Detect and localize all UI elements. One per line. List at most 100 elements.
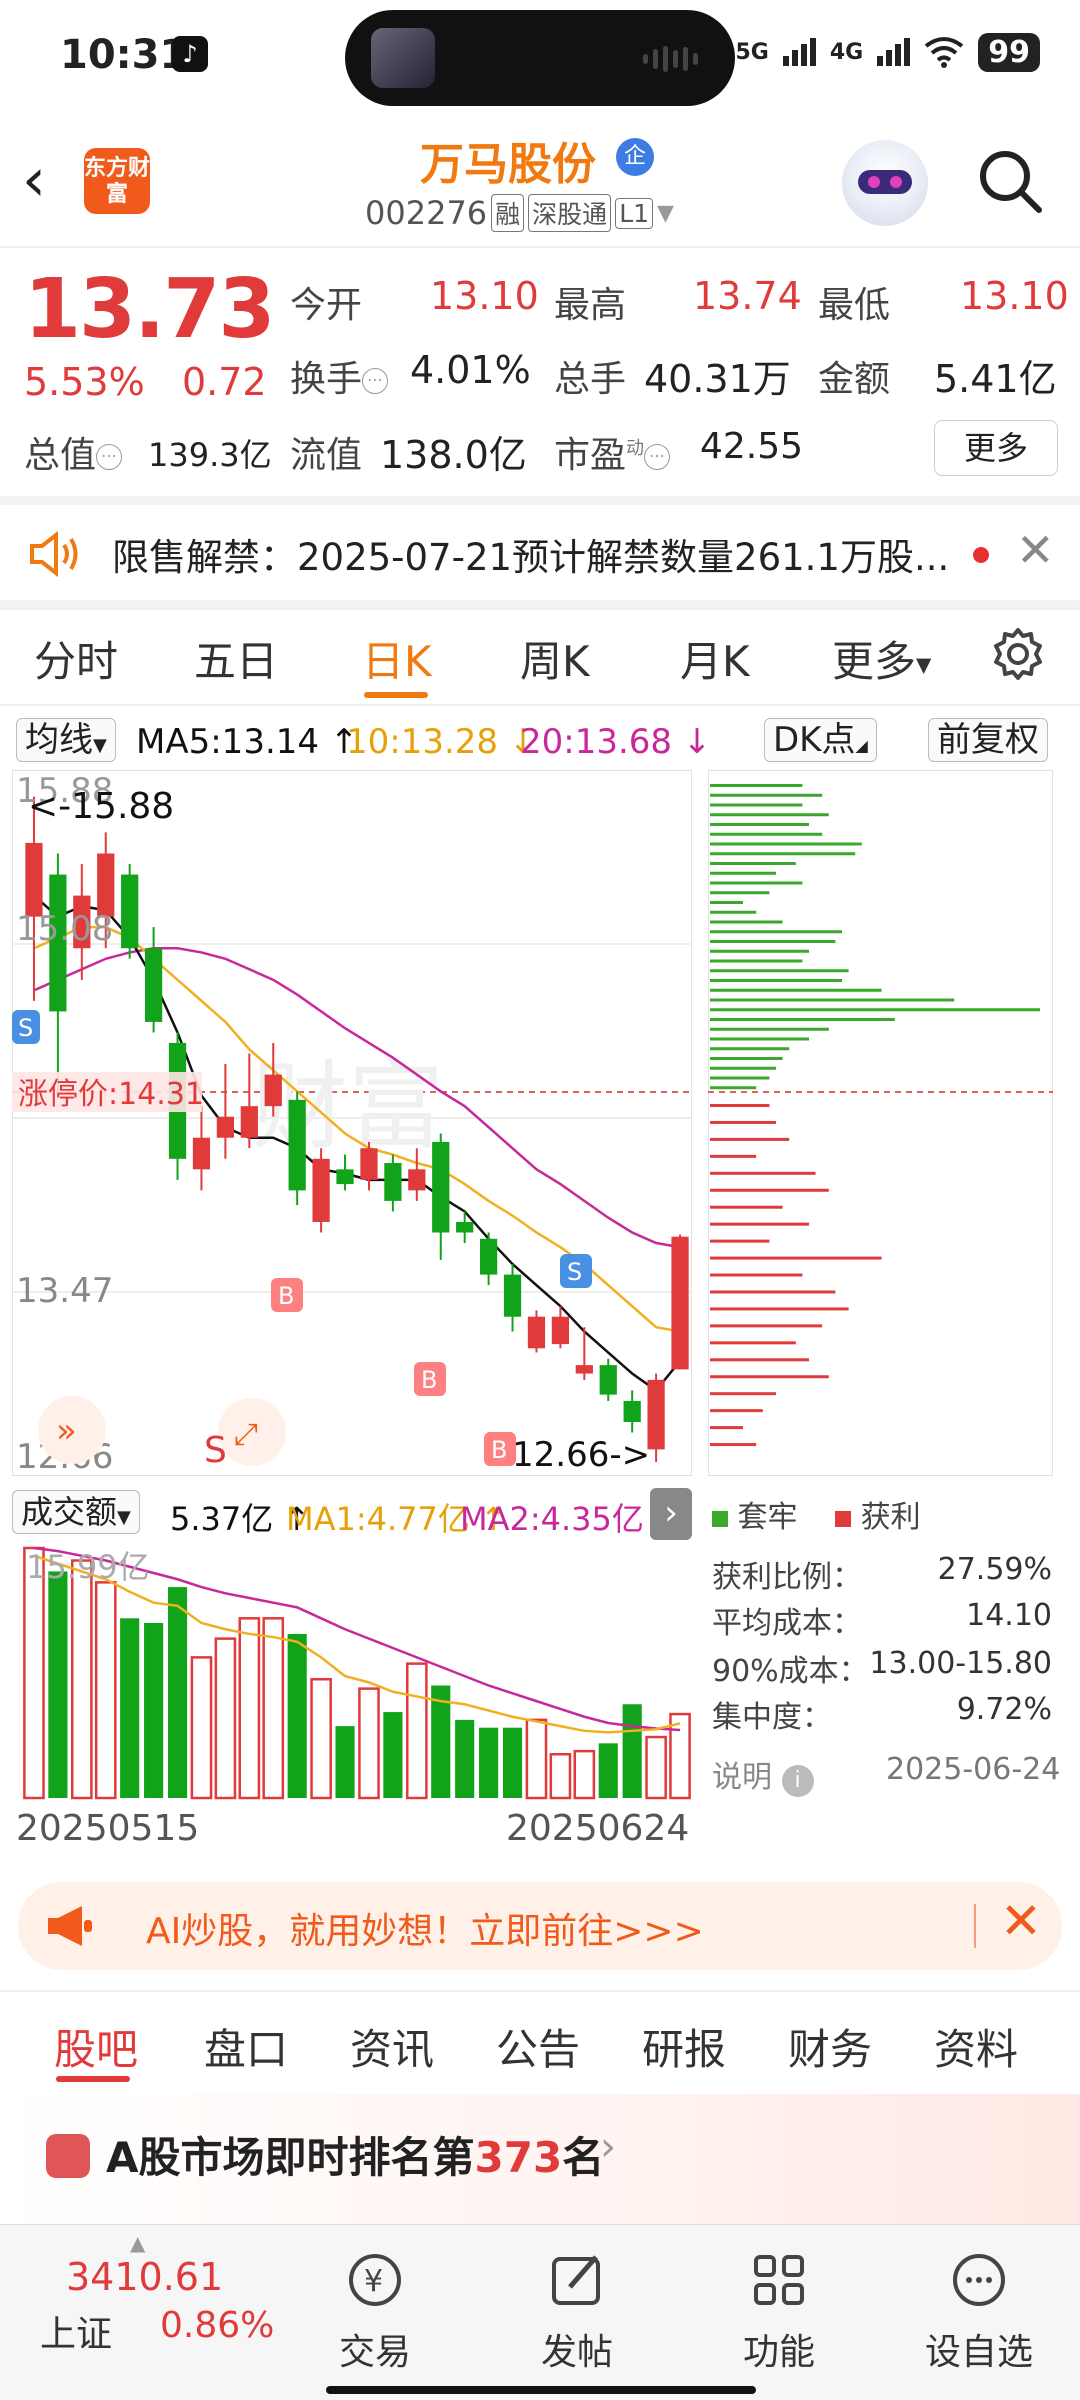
candle-body bbox=[216, 1116, 235, 1138]
tab-monthly-k[interactable]: 月K bbox=[680, 628, 750, 689]
chip-bar-hold bbox=[710, 1018, 895, 1021]
divider bbox=[0, 704, 1080, 706]
wifi-icon bbox=[925, 37, 964, 68]
chip-bar-hold bbox=[710, 1066, 776, 1070]
chip-bar-hold bbox=[710, 862, 796, 865]
volume-bar bbox=[190, 1656, 213, 1800]
candle-body bbox=[408, 1169, 426, 1191]
high-value: 13.74 bbox=[693, 274, 802, 318]
fullscreen-button[interactable]: ⤢ bbox=[218, 1398, 286, 1466]
stock-code: 002276 bbox=[365, 194, 488, 232]
index-value[interactable]: 3410.61 bbox=[66, 2255, 223, 2299]
limit-up-label: 涨停价:14.31 bbox=[18, 1077, 204, 1112]
tab-more[interactable]: 更多▼ bbox=[832, 628, 931, 689]
tag-level: L1 bbox=[615, 197, 654, 229]
nav-functions[interactable]: 功能 bbox=[704, 2249, 854, 2375]
tab-finance[interactable]: 财务 bbox=[788, 2016, 872, 2077]
unlock-notice[interactable]: 限售解禁：2025-07-21预计解禁数量261.1万股... ✕ bbox=[0, 505, 1080, 600]
back-button[interactable]: ‹ bbox=[22, 150, 72, 214]
stock-code-line[interactable]: 002276 融 深股通 L1 ▼ bbox=[365, 194, 674, 232]
candle-body bbox=[527, 1316, 546, 1349]
candle-body bbox=[479, 1238, 498, 1275]
tab-pankou[interactable]: 盘口 bbox=[204, 2016, 288, 2077]
adjust-mode-button[interactable]: 前复权 bbox=[928, 718, 1048, 762]
tab-five-day[interactable]: 五日 bbox=[194, 628, 278, 689]
bottom-nav: ▲ 3410.61 上证 0.86% ¥ 交易 发帖 功能 设自选 bbox=[0, 2224, 1080, 2400]
chip-note-button[interactable]: 说明 i bbox=[712, 1752, 814, 1797]
chip-bar-profit bbox=[710, 1290, 836, 1294]
volume-bar bbox=[645, 1735, 667, 1800]
volume-bar bbox=[406, 1662, 428, 1800]
tab-guba[interactable]: 股吧 bbox=[54, 2016, 138, 2077]
divider bbox=[0, 1990, 1080, 1992]
ma10-value: 10:13.28 ↓ bbox=[346, 722, 538, 762]
enterprise-badge: 企 bbox=[616, 138, 654, 176]
volume-bar bbox=[144, 1623, 164, 1798]
app-root: { "status_bar": {"time": "10:31", "signa… bbox=[0, 0, 1080, 2400]
nav-add-watchlist[interactable]: 设自选 bbox=[904, 2249, 1054, 2375]
chip-bar-hold bbox=[710, 1037, 809, 1041]
indicator-next-button[interactable]: › bbox=[650, 1488, 692, 1540]
search-button[interactable] bbox=[975, 146, 1045, 216]
tag-margin: 融 bbox=[491, 194, 525, 232]
nav-post[interactable]: 发帖 bbox=[502, 2249, 652, 2375]
volume-selector[interactable]: 成交额▼ bbox=[12, 1490, 140, 1534]
volume-bar bbox=[479, 1727, 499, 1798]
caret-up-icon: ▲ bbox=[130, 2231, 146, 2255]
volume-bar bbox=[598, 1743, 618, 1798]
chip-bar-hold bbox=[710, 901, 743, 904]
chip-bar-hold bbox=[710, 1086, 757, 1090]
expand-left-button[interactable]: » bbox=[38, 1396, 106, 1464]
candle-body bbox=[288, 1099, 306, 1191]
dk-point-toggle[interactable]: DK点◢ bbox=[764, 718, 877, 762]
chip-bar-profit bbox=[710, 1171, 816, 1175]
rank-chart-icon bbox=[46, 2134, 90, 2178]
app-logo: 东方财富 bbox=[84, 148, 150, 214]
candlestick-chart[interactable]: 财富 15.88 <-15.88 15.08 涨停价:14.31 13.47 1… bbox=[12, 770, 692, 1476]
media-thumbnail bbox=[371, 28, 435, 88]
chip-bar-profit bbox=[710, 1273, 803, 1277]
chip-bar-hold bbox=[710, 959, 803, 963]
close-banner-icon[interactable]: ✕ bbox=[1000, 1892, 1042, 1950]
ai-promo-banner[interactable]: AI炒股，就用妙想！立即前往>>> ✕ bbox=[18, 1882, 1062, 1970]
chevron-left-icon: ‹ bbox=[22, 145, 46, 215]
date-end: 20250624 bbox=[506, 1808, 690, 1849]
section-tab-indicator bbox=[56, 2076, 130, 2082]
caret-down-icon: ▼ bbox=[117, 1507, 131, 1528]
volume-bar bbox=[287, 1633, 307, 1798]
tab-research[interactable]: 研报 bbox=[642, 2016, 726, 2077]
volume-bar bbox=[94, 1581, 117, 1800]
tab-daily-k[interactable]: 日K bbox=[362, 628, 432, 689]
notice-text: 限售解禁：2025-07-21预计解禁数量261.1万股... bbox=[112, 536, 950, 579]
chart-settings-button[interactable] bbox=[990, 626, 1046, 682]
tab-profile[interactable]: 资料 bbox=[934, 2016, 1018, 2077]
chip-bar-hold bbox=[710, 979, 842, 982]
close-notice-icon[interactable]: ✕ bbox=[1016, 523, 1055, 577]
tab-news[interactable]: 资讯 bbox=[350, 2016, 434, 2077]
assistant-robot-icon[interactable] bbox=[842, 140, 928, 226]
more-button[interactable]: 更多 bbox=[934, 420, 1058, 476]
open-label: 今开 bbox=[290, 285, 363, 326]
change-percent: 5.53% bbox=[24, 360, 145, 404]
nav-trade[interactable]: ¥ 交易 bbox=[300, 2249, 450, 2375]
ma-selector[interactable]: 均线▼ bbox=[16, 718, 116, 762]
chip-bar-profit bbox=[710, 1307, 849, 1311]
chip-bar-hold bbox=[710, 1047, 790, 1051]
tab-weekly-k[interactable]: 周K bbox=[520, 628, 590, 689]
volume-bar bbox=[358, 1687, 380, 1800]
stock-name[interactable]: 万马股份 bbox=[420, 128, 596, 192]
volume-value: 40.31万 bbox=[644, 357, 791, 401]
tab-announcements[interactable]: 公告 bbox=[496, 2016, 580, 2077]
chip-bar-profit bbox=[710, 1137, 790, 1141]
tab-intraday[interactable]: 分时 bbox=[34, 628, 118, 689]
market-rank-card[interactable]: A股市场即时排名第373名 › bbox=[0, 2094, 1080, 2234]
chip-bar-profit bbox=[710, 1375, 829, 1379]
chip-bar-profit bbox=[710, 1358, 809, 1362]
status-bar: 10:31 ♪ 5G 4G 99 bbox=[0, 0, 1080, 120]
search-icon bbox=[980, 151, 1042, 213]
signal-4g-icon: 4G bbox=[829, 39, 864, 65]
chip-bar-profit bbox=[710, 1324, 823, 1328]
profit-swatch bbox=[835, 1510, 852, 1527]
chip-bar-profit bbox=[710, 1104, 770, 1107]
battery-icon: 99 bbox=[978, 32, 1040, 72]
